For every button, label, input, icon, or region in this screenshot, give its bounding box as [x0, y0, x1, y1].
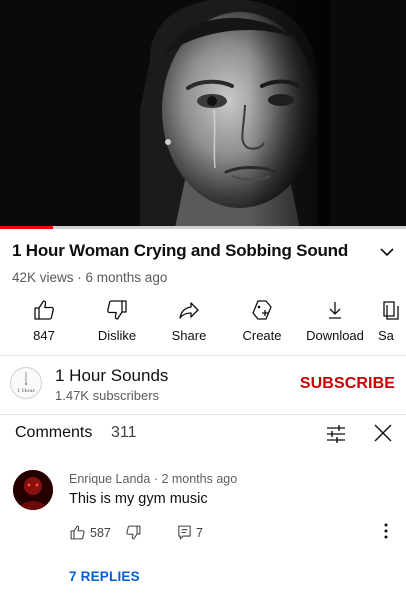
video-meta: 42K views · 6 months ago	[12, 270, 167, 285]
view-count: 42K views	[12, 270, 74, 285]
like-button[interactable]: 847	[9, 296, 79, 343]
video-progress-fill	[0, 226, 53, 229]
save-button[interactable]: Sa	[370, 296, 406, 343]
commenter-avatar[interactable]	[13, 470, 53, 510]
comment-like-count: 587	[90, 526, 111, 540]
chevron-down-icon[interactable]	[376, 243, 398, 261]
subscriber-count: 1.47K subscribers	[55, 388, 160, 403]
share-button[interactable]: Share	[154, 296, 224, 343]
meta-separator: ·	[73, 270, 86, 285]
upload-age: 6 months ago	[85, 270, 168, 285]
video-thumbnail-crying-woman	[0, 0, 406, 228]
comment-age: 2 months ago	[161, 472, 238, 486]
comment-reply-icon[interactable]	[176, 524, 193, 546]
download-label: Download	[306, 328, 364, 343]
thumbs-down-icon	[82, 296, 152, 322]
thumbs-up-icon	[9, 296, 79, 322]
save-label: Sa	[378, 328, 394, 343]
create-button[interactable]: Create	[227, 296, 297, 343]
comment-like-icon[interactable]	[69, 524, 86, 546]
comment-text: This is my gym music	[69, 491, 208, 507]
download-button[interactable]: Download	[300, 296, 370, 343]
dislike-label: Dislike	[97, 328, 137, 343]
action-bar: 847 Dislike Share Create Download Sa	[0, 296, 406, 344]
create-icon	[227, 296, 297, 322]
close-icon[interactable]	[372, 422, 394, 449]
share-label: Share	[171, 328, 207, 343]
divider	[0, 414, 406, 415]
comment-actions: 587 7	[69, 524, 389, 542]
channel-avatar[interactable]: 1 Hour	[10, 367, 42, 399]
comments-count: 311	[111, 424, 137, 441]
comment-reply-count: 7	[196, 526, 203, 540]
video-progress-bar[interactable]	[0, 226, 406, 229]
save-icon	[370, 296, 406, 322]
dislike-button[interactable]: Dislike	[82, 296, 152, 343]
download-icon	[300, 296, 370, 322]
author-separator: ·	[150, 472, 162, 486]
comments-title: Comments	[15, 424, 93, 441]
subscribe-button[interactable]: SUBSCRIBE	[300, 375, 395, 393]
channel-row: 1 Hour 1 Hour Sounds 1.47K subscribers S…	[0, 357, 406, 413]
share-icon	[154, 296, 224, 322]
more-options-icon[interactable]	[382, 522, 390, 545]
comment-author-line: Enrique Landa · 2 months ago	[69, 472, 237, 486]
video-player[interactable]	[0, 0, 406, 228]
comment-author[interactable]: Enrique Landa	[69, 472, 150, 486]
view-replies-button[interactable]: 7 REPLIES	[69, 569, 140, 584]
commenter-avatar-image	[13, 470, 53, 510]
sort-icon[interactable]	[325, 423, 347, 450]
comment-item: Enrique Landa · 2 months ago This is my …	[0, 462, 406, 592]
channel-name[interactable]: 1 Hour Sounds	[55, 366, 168, 386]
create-label: Create	[242, 328, 282, 343]
video-title-row[interactable]: 1 Hour Woman Crying and Sobbing Sound	[12, 241, 398, 265]
like-count: 847	[33, 328, 55, 343]
video-title: 1 Hour Woman Crying and Sobbing Sound	[12, 241, 349, 260]
comments-header: Comments 311	[0, 418, 406, 448]
comment-dislike-icon[interactable]	[125, 524, 142, 546]
divider	[0, 355, 406, 356]
channel-avatar-text: 1 Hour	[17, 388, 35, 394]
